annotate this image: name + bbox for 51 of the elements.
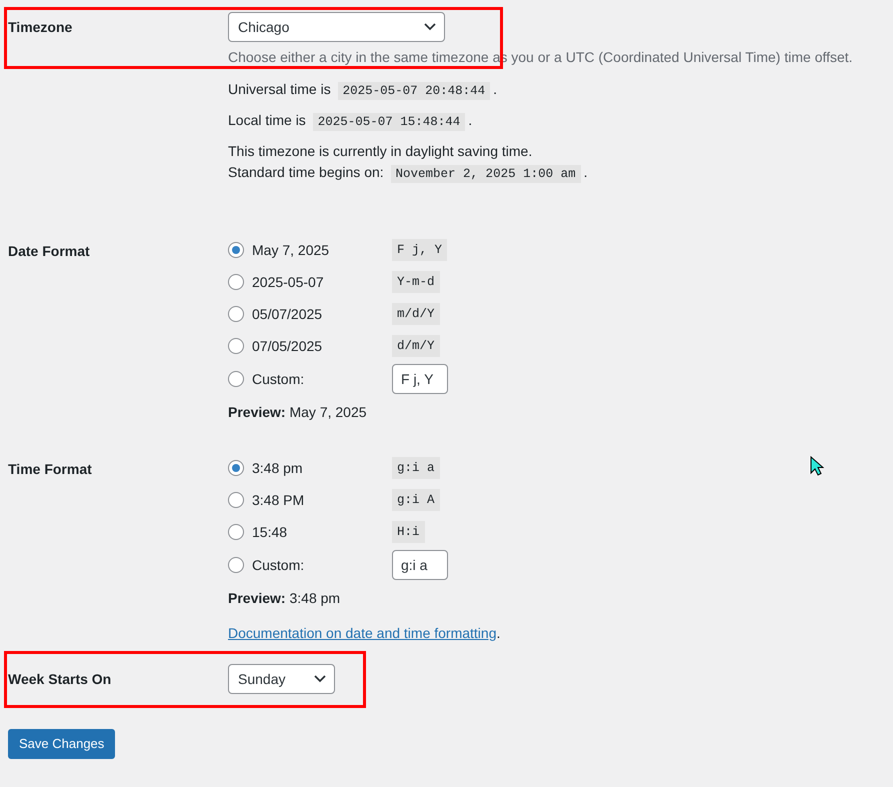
info-text: Local time is (228, 112, 306, 128)
format-code: m/d/Y (392, 302, 440, 326)
select-field[interactable]: Chicago (228, 12, 445, 42)
code-value: 2025-05-07 15:48:44 (312, 113, 466, 131)
custom-format-field[interactable]: F j, Y (392, 364, 448, 394)
format-code: g:i A (392, 488, 440, 512)
info-text: Universal time is (228, 81, 331, 97)
info-text: . (468, 112, 472, 128)
radio-button[interactable] (228, 338, 244, 354)
documentation-link[interactable]: Documentation on date and time formatting (228, 625, 496, 641)
radio-button[interactable] (228, 306, 244, 322)
radio-button[interactable] (228, 492, 244, 508)
chevron-down-icon (314, 675, 326, 683)
format-code: d/m/Y (392, 334, 440, 358)
option-label[interactable]: 3:48 pm (252, 458, 392, 478)
option-label[interactable]: Custom: (252, 368, 392, 390)
format-code: H:i (392, 520, 425, 544)
save-button[interactable]: Save Changes (8, 729, 116, 759)
field-label: Timezone (8, 18, 74, 37)
info-text: This timezone is currently in daylight saving time. (228, 143, 532, 159)
option-label[interactable]: May 7, 2025 (252, 240, 392, 260)
option-label[interactable]: 2025-05-07 (252, 272, 392, 292)
radio-button[interactable] (228, 460, 244, 476)
option-label[interactable]: 3:48 PM (252, 490, 392, 510)
option-label[interactable]: 05/07/2025 (252, 304, 392, 324)
format-code: F j, Y (392, 238, 448, 262)
field-label: Week Starts On (8, 670, 112, 689)
radio-button[interactable] (228, 371, 244, 387)
field-label: Date Format (8, 242, 91, 261)
info-text: . (496, 625, 500, 641)
select-field[interactable]: Sunday (228, 664, 335, 694)
code-value: November 2, 2025 1:00 am (390, 165, 581, 183)
preview-text: Preview: May 7, 2025 (228, 403, 368, 422)
custom-format-field[interactable]: g:i a (392, 550, 448, 580)
info-text: . (584, 164, 588, 180)
chevron-down-icon (424, 23, 436, 31)
format-code: Y-m-d (392, 270, 440, 294)
option-label[interactable]: Custom: (252, 554, 392, 576)
code-value: 2025-05-07 20:48:44 (338, 82, 490, 100)
field-label: Time Format (8, 460, 93, 479)
radio-button[interactable] (228, 274, 244, 290)
format-code: g:i a (392, 456, 440, 480)
cursor-icon (810, 456, 824, 476)
option-label[interactable]: 07/05/2025 (252, 336, 392, 356)
info-text: . (493, 81, 498, 97)
radio-button[interactable] (228, 557, 244, 573)
radio-button[interactable] (228, 524, 244, 540)
preview-text: Preview: 3:48 pm (228, 589, 342, 608)
info-text: Standard time begins on: (228, 164, 384, 180)
option-label[interactable]: 15:48 (252, 522, 392, 542)
radio-button[interactable] (228, 242, 244, 258)
